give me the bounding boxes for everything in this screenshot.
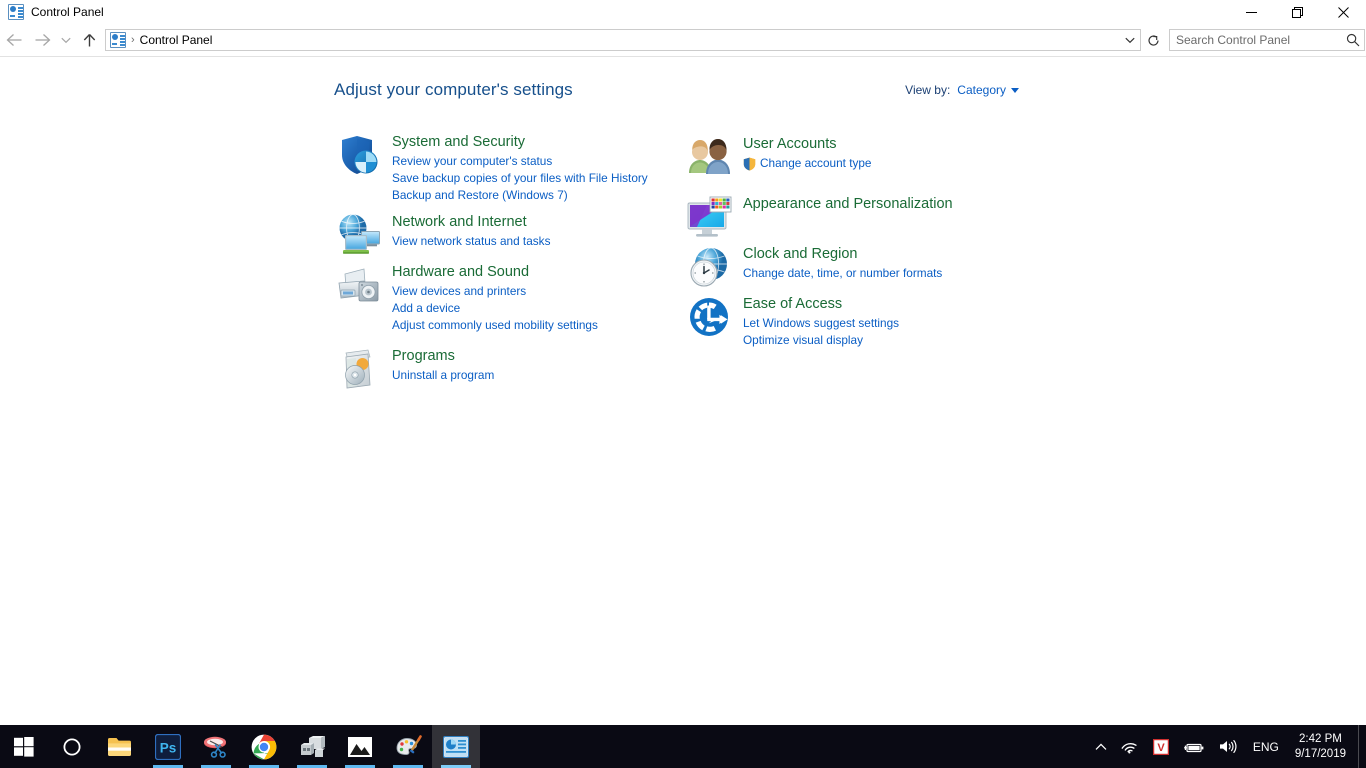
network-and-internet-icon[interactable] [334,211,382,259]
hardware-and-sound-icon[interactable] [334,261,382,309]
tray-overflow-chevron-up-icon[interactable] [1088,725,1114,768]
taskbar-item-photoshop[interactable]: Ps [144,725,192,768]
clock-date: 9/17/2019 [1295,747,1346,762]
view-by-value[interactable]: Category [957,83,1006,97]
svg-text:Ps: Ps [160,740,177,755]
category-body: System and Security Review your computer… [392,131,648,204]
search-input[interactable] [1170,32,1342,48]
address-chevron-down-icon[interactable] [1120,37,1140,44]
category-link-change-account-type[interactable]: Change account type [743,155,872,172]
taskbar-item-paint[interactable] [384,725,432,768]
system-tray: V [1088,725,1366,768]
category-title[interactable]: Clock and Region [743,245,857,263]
category-body: User Accounts Change account type [743,133,872,181]
start-button[interactable] [0,725,48,768]
address-control-panel-icon [110,32,126,48]
tray-battery-icon[interactable] [1176,725,1212,768]
ease-of-access-icon[interactable] [685,293,733,341]
category-body: Appearance and Personalization [743,193,953,241]
category-body: Ease of Access Let Windows suggest setti… [743,293,899,349]
category-clock-and-region: Clock and Region Change date, time, or n… [685,243,942,291]
category-link[interactable]: View network status and tasks [392,233,550,250]
forward-button[interactable] [28,24,56,56]
taskbar-item-snipping-tool[interactable] [192,725,240,768]
category-link[interactable]: Review your computer's status [392,153,648,170]
breadcrumb-separator: › [131,34,135,46]
category-title[interactable]: Ease of Access [743,295,842,313]
appearance-and-personalization-icon[interactable] [685,193,733,241]
category-link[interactable]: Save backup copies of your files with Fi… [392,170,648,187]
page-title: Adjust your computer's settings [334,80,573,100]
tray-antivirus-icon[interactable]: V [1146,725,1176,768]
control-panel-window: Control Panel [0,0,1366,768]
category-body: Clock and Region Change date, time, or n… [743,243,942,291]
view-by-label: View by: [905,83,950,97]
taskbar-item-control-panel[interactable] [432,725,480,768]
chevron-down-icon[interactable] [1011,88,1019,93]
minimize-button[interactable] [1228,0,1274,24]
refresh-button[interactable] [1141,29,1165,51]
close-button[interactable] [1320,0,1366,24]
category-ease-of-access: Ease of Access Let Windows suggest setti… [685,293,899,349]
category-link[interactable]: View devices and printers [392,283,598,300]
category-hardware-and-sound: Hardware and Sound View devices and prin… [334,261,598,334]
tray-language-indicator[interactable]: ENG [1245,740,1287,754]
search-box[interactable] [1169,29,1365,51]
breadcrumb[interactable]: Control Panel [140,33,1120,47]
tray-volume-icon[interactable] [1212,725,1245,768]
taskbar: Ps [0,725,1366,768]
category-system-and-security: System and Security Review your computer… [334,131,648,204]
svg-text:V: V [1157,742,1165,754]
cortana-search-button[interactable] [48,725,96,768]
category-title[interactable]: User Accounts [743,135,837,153]
show-desktop-button[interactable] [1358,725,1366,768]
taskbar-item-file-explorer[interactable] [96,725,144,768]
clock-time: 2:42 PM [1299,732,1342,747]
category-link-label: Change account type [760,155,872,172]
search-icon[interactable] [1342,33,1364,47]
address-bar[interactable]: › Control Panel [105,29,1141,51]
taskbar-clock[interactable]: 2:42 PM 9/17/2019 [1287,725,1358,768]
category-link[interactable]: Change date, time, or number formats [743,265,942,282]
category-title[interactable]: Programs [392,347,455,365]
system-and-security-icon[interactable] [334,131,382,179]
maximize-button[interactable] [1274,0,1320,24]
up-one-level-button[interactable] [76,24,102,56]
clock-and-region-icon[interactable] [685,243,733,291]
category-title[interactable]: Network and Internet [392,213,527,231]
category-link[interactable]: Backup and Restore (Windows 7) [392,187,648,204]
category-body: Programs Uninstall a program [392,345,494,393]
taskbar-item-google-chrome[interactable] [240,725,288,768]
category-link[interactable]: Adjust commonly used mobility settings [392,317,598,334]
back-button[interactable] [0,24,28,56]
recent-locations-chevron-down-icon[interactable] [56,24,76,56]
category-title[interactable]: System and Security [392,133,525,151]
category-body: Hardware and Sound View devices and prin… [392,261,598,334]
category-link[interactable]: Uninstall a program [392,367,494,384]
uac-shield-icon [743,157,756,171]
taskbar-item-photos[interactable] [336,725,384,768]
view-by-control: View by: Category [905,83,1019,97]
content-area: Adjust your computer's settings View by:… [0,57,1366,725]
tray-network-wifi-icon[interactable] [1114,725,1146,768]
window-controls [1228,0,1366,24]
window-title: Control Panel [31,0,1228,24]
category-link[interactable]: Optimize visual display [743,332,899,349]
taskbar-item-3d-builder[interactable] [288,725,336,768]
navigation-bar: › Control Panel [0,24,1366,56]
category-link[interactable]: Add a device [392,300,598,317]
category-title[interactable]: Appearance and Personalization [743,195,953,213]
category-user-accounts: User Accounts Change account type [685,133,872,181]
category-body: Network and Internet View network status… [392,211,550,259]
user-accounts-icon[interactable] [685,133,733,181]
category-link[interactable]: Let Windows suggest settings [743,315,899,332]
control-panel-icon [8,4,24,20]
category-appearance-and-personalization: Appearance and Personalization [685,193,953,241]
category-programs: Programs Uninstall a program [334,345,494,393]
category-network-and-internet: Network and Internet View network status… [334,211,550,259]
programs-icon[interactable] [334,345,382,393]
title-bar: Control Panel [0,0,1366,24]
category-title[interactable]: Hardware and Sound [392,263,529,281]
